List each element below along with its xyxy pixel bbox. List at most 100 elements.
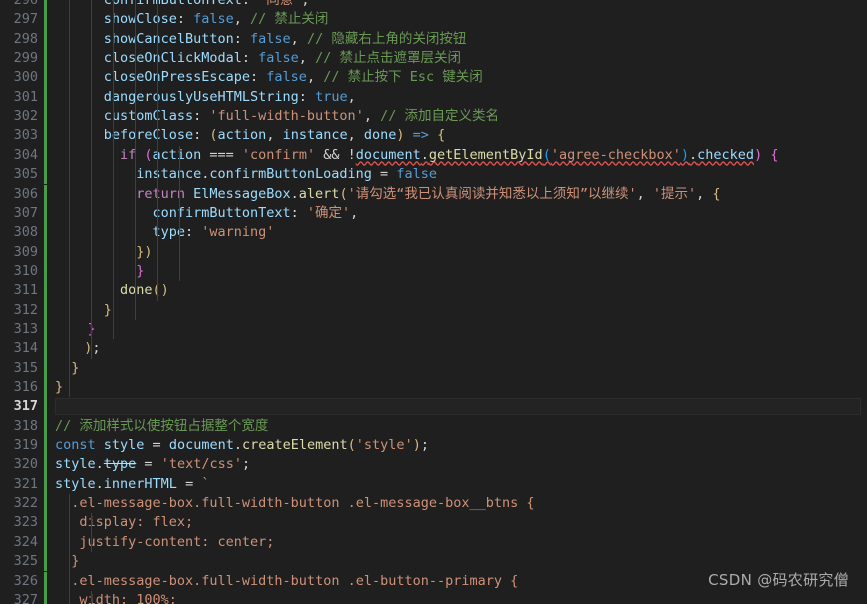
code-line[interactable]: 301 dangerouslyUseHTMLString: true,: [0, 87, 867, 108]
code-editor[interactable]: 296 confirmButtonText: '同意', 297 showClose:…: [0, 0, 867, 604]
code-line[interactable]: 319 const style = document.createElement(…: [0, 436, 867, 456]
code-line[interactable]: 300 closeOnPressEscape: false, // 禁止按下 Es…: [0, 68, 867, 88]
code-token: {: [770, 146, 779, 163]
code-token: // 添加自定义类名: [380, 108, 499, 125]
code-line[interactable]: 317: [0, 397, 867, 417]
code-line-text: style.innerHTML = `: [55, 475, 209, 494]
code-token: :: [184, 224, 202, 241]
git-modified-indicator: [44, 107, 47, 127]
code-token: checked: [697, 146, 755, 163]
code-token: {: [712, 185, 721, 202]
code-line[interactable]: 324 justify-content: center;: [0, 532, 867, 553]
code-token: ,: [298, 50, 316, 67]
line-number: 307: [13, 204, 38, 221]
code-token: '提示': [652, 185, 697, 202]
code-line-text: }: [55, 378, 63, 397]
code-token: ,: [290, 30, 307, 47]
git-modified-indicator: [44, 397, 47, 417]
code-line[interactable]: 314);: [0, 339, 867, 359]
code-line[interactable]: 298 showCancelButton: false, // 隐藏右上角的关闭按…: [0, 29, 867, 50]
git-modified-indicator: [44, 455, 47, 475]
code-token: action: [217, 127, 267, 144]
code-token: =>: [412, 127, 429, 144]
code-token: alert: [298, 185, 340, 202]
git-modified-indicator: [44, 319, 47, 340]
code-line[interactable]: 309}): [0, 242, 867, 262]
code-line[interactable]: 312}: [0, 300, 867, 320]
code-line[interactable]: 323 display: flex;: [0, 513, 867, 533]
code-line[interactable]: 316}: [0, 378, 867, 398]
code-token: display: flex;: [79, 514, 194, 531]
code-token: (: [542, 146, 551, 163]
code-line[interactable]: 305 instance.confirmButtonLoading = false: [0, 165, 867, 185]
code-token: dangerouslyUseHTMLString: [103, 88, 299, 105]
code-line-text: }: [87, 320, 95, 339]
code-line[interactable]: 306 return ElMessageBox.alert('请勾选“我已认真阅读…: [0, 184, 867, 204]
code-line[interactable]: 304 if (action === 'confirm' && !document…: [0, 145, 867, 166]
line-number: 306: [13, 185, 38, 202]
code-token: createElement: [241, 437, 348, 454]
code-line[interactable]: 299 closeOnClickModal: false, // 禁止点击遮罩层关…: [0, 49, 867, 69]
code-token: const: [55, 437, 96, 454]
code-token: ,: [347, 127, 364, 144]
code-token: showClose: [103, 11, 177, 28]
active-line-highlight: [55, 398, 861, 416]
code-token: type: [103, 456, 137, 473]
git-modified-indicator: [44, 436, 47, 456]
code-line-text: type: 'warning': [152, 223, 274, 242]
git-modified-indicator: [44, 378, 47, 398]
code-token: :: [193, 108, 210, 125]
code-line[interactable]: 307 confirmButtonText: '确定',: [0, 203, 867, 224]
code-line[interactable]: 296 confirmButtonText: '同意',: [0, 0, 867, 11]
code-line[interactable]: 302 customClass: 'full-width-button', // …: [0, 107, 867, 127]
code-token: =: [176, 475, 202, 492]
code-token: ,: [306, 69, 324, 86]
git-modified-indicator: [44, 223, 47, 243]
code-token: }: [87, 320, 96, 337]
code-line[interactable]: 308 type: 'warning': [0, 223, 867, 243]
code-token: .: [233, 437, 242, 454]
code-token: action: [152, 146, 202, 163]
code-token: ;: [92, 340, 101, 357]
code-token: ): [754, 146, 763, 163]
line-number: 296: [13, 0, 38, 8]
line-number: 305: [13, 166, 38, 183]
code-line-text: closeOnPressEscape: false, // 禁止按下 Esc 键…: [104, 68, 483, 87]
code-token: type: [152, 224, 185, 241]
code-token: return: [136, 185, 185, 202]
code-token: ;: [241, 456, 251, 473]
code-line-text: if (action === 'confirm' && !document.ge…: [120, 146, 779, 165]
code-token: (: [347, 437, 356, 454]
code-line[interactable]: 315}: [0, 358, 867, 378]
code-token: ): [144, 243, 153, 260]
git-modified-indicator: [44, 416, 47, 437]
code-token: getElementById: [428, 146, 543, 163]
code-token: false: [258, 50, 299, 67]
line-number: 323: [13, 514, 38, 531]
line-number: 297: [13, 11, 38, 28]
code-line[interactable]: 303 beforeClose: (action, instance, done)…: [0, 126, 867, 146]
line-number: 309: [13, 243, 38, 260]
code-line[interactable]: 310}: [0, 261, 867, 282]
code-token: 'full-width-button': [209, 108, 364, 125]
code-token: 'warning': [201, 224, 275, 241]
code-line[interactable]: 322 .el-message-box.full-width-button .el…: [0, 494, 867, 514]
code-token: :: [290, 204, 307, 221]
code-line[interactable]: 327 width: 100%;: [0, 590, 867, 604]
code-token: }: [55, 379, 64, 395]
csdn-watermark: CSDN @码农研究僧: [708, 571, 849, 589]
code-line[interactable]: 311 done(): [0, 281, 867, 301]
code-line[interactable]: 320 style.type = 'text/css';: [0, 455, 867, 475]
code-line[interactable]: 321 style.innerHTML = `: [0, 474, 867, 495]
code-token: :: [233, 30, 251, 47]
code-line[interactable]: 297 showClose: false, // 禁止关闭: [0, 10, 867, 30]
code-line[interactable]: 313}: [0, 319, 867, 340]
line-number: 312: [13, 301, 38, 318]
code-token: // 添加样式以使按钮占据整个宽度: [55, 417, 269, 434]
code-line[interactable]: 318 // 添加样式以使按钮占据整个宽度: [0, 416, 867, 437]
code-line-text: closeOnClickModal: false, // 禁止点击遮罩层关闭: [104, 49, 461, 68]
line-number: 326: [13, 572, 38, 589]
code-token: ,: [350, 204, 359, 221]
code-line-text: }: [71, 359, 79, 378]
